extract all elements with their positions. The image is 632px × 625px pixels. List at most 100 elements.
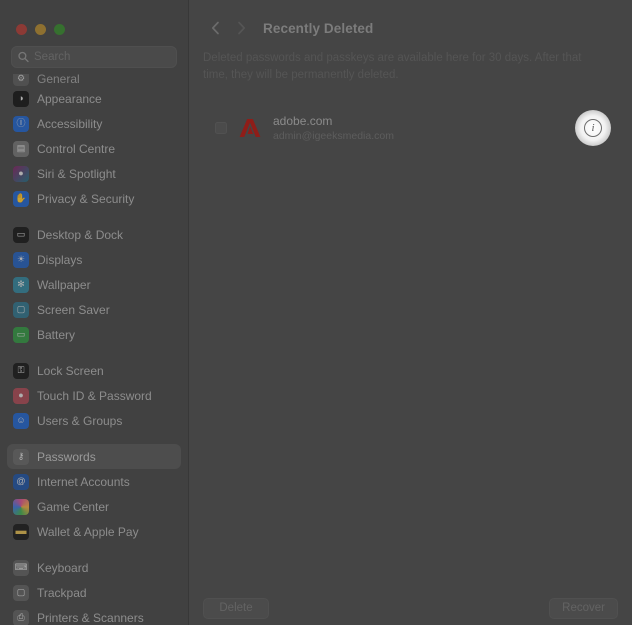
users-groups-icon: ☺: [13, 412, 29, 429]
icon-glyph: ⎙: [17, 612, 25, 622]
sidebar-item-label: Internet Accounts: [37, 474, 130, 489]
printer-icon: ⎙: [13, 609, 29, 625]
minimize-button[interactable]: [35, 23, 46, 35]
info-button[interactable]: i: [574, 109, 612, 147]
search-container: [0, 40, 188, 68]
delete-button[interactable]: Delete: [203, 597, 269, 619]
sidebar-item-wallet-apple-pay[interactable]: ▬ Wallet & Apple Pay: [7, 519, 181, 544]
control-centre-icon: ▤: [13, 140, 29, 157]
sidebar-item-touch-id-password[interactable]: ● Touch ID & Password: [7, 383, 181, 408]
sidebar-item-internet-accounts[interactable]: @ Internet Accounts: [7, 469, 181, 494]
icon-glyph: ▭: [16, 329, 26, 339]
search-input[interactable]: [34, 47, 176, 67]
sidebar-item-label: Passwords: [37, 449, 96, 464]
passwords-key-icon: ⚷: [13, 448, 29, 465]
list-item-site: adobe.com: [273, 114, 333, 129]
list-item-text: adobe.com admin@igeeksmedia.com: [273, 114, 394, 142]
lock-screen-icon: ⚿: [13, 362, 29, 379]
recover-button[interactable]: Recover: [549, 597, 618, 619]
icon-glyph: ⚿: [17, 365, 25, 375]
sidebar-item-label: Siri & Spotlight: [37, 166, 116, 181]
icon-glyph: ✋: [15, 193, 27, 203]
displays-icon: ☀: [13, 251, 29, 268]
search-box[interactable]: [11, 46, 177, 68]
sidebar-item-label: Accessibility: [37, 116, 103, 131]
icon-glyph: ✻: [17, 279, 25, 289]
wallet-icon: ▬: [13, 523, 29, 540]
sidebar-item-trackpad[interactable]: ▢ Trackpad: [7, 580, 181, 605]
sidebar-item-battery[interactable]: ▭ Battery: [7, 322, 181, 347]
sidebar-group-separator: [7, 433, 181, 444]
main-content: Recently Deleted Deleted passwords and p…: [189, 0, 632, 625]
sidebar-item-keyboard[interactable]: ⌨ Keyboard: [7, 555, 181, 580]
sidebar-item-control-centre[interactable]: ▤ Control Centre: [7, 136, 181, 161]
sidebar-item-label: Control Centre: [37, 141, 116, 156]
trackpad-icon: ▢: [13, 584, 29, 601]
icon-glyph: ◑: [18, 93, 24, 103]
appearance-icon: ◑: [13, 90, 29, 107]
forward-button[interactable]: [229, 17, 253, 39]
sidebar-item-appearance[interactable]: ◑ Appearance: [7, 86, 181, 111]
desktop-dock-icon: ▭: [13, 226, 29, 243]
keyboard-icon: ⌨: [13, 559, 29, 576]
icon-glyph: ▢: [16, 304, 26, 314]
accessibility-icon: Ⓘ: [13, 115, 29, 132]
traffic-lights: [0, 0, 188, 40]
sidebar-item-desktop-dock[interactable]: ▭ Desktop & Dock: [7, 222, 181, 247]
sidebar-item-label: Printers & Scanners: [37, 610, 144, 625]
icon-glyph: ⚷: [17, 451, 25, 461]
list-item[interactable]: adobe.com admin@igeeksmedia.com i: [203, 107, 618, 149]
siri-icon: ●: [13, 165, 29, 182]
sidebar-item-screen-saver[interactable]: ▢ Screen Saver: [7, 297, 181, 322]
icon-glyph: ▭: [16, 229, 26, 239]
sidebar-item-label: General: [37, 74, 80, 86]
sidebar-item-game-center[interactable]: Game Center: [7, 494, 181, 519]
sidebar-group-separator: [7, 347, 181, 358]
sidebar-item-label: Displays: [37, 252, 83, 267]
sidebar-item-label: Trackpad: [37, 585, 87, 600]
zoom-button[interactable]: [54, 23, 65, 35]
sidebar-item-siri-spotlight[interactable]: ● Siri & Spotlight: [7, 161, 181, 186]
sidebar-group-separator: [7, 211, 181, 222]
icon-glyph: ●: [18, 390, 24, 400]
sidebar-item-printers-scanners[interactable]: ⎙ Printers & Scanners: [7, 605, 181, 625]
deleted-passwords-list: adobe.com admin@igeeksmedia.com i: [189, 107, 632, 149]
sidebar: ⚙ General ◑ Appearance Ⓘ Accessibility ▤ Contro…: [0, 0, 189, 625]
main-header: Recently Deleted: [189, 0, 632, 42]
page-title: Recently Deleted: [263, 20, 374, 36]
sidebar-item-label: Appearance: [37, 91, 102, 106]
sidebar-item-passwords[interactable]: ⚷ Passwords: [7, 444, 181, 469]
sidebar-item-label: Battery: [37, 327, 76, 342]
close-button[interactable]: [16, 23, 27, 35]
sidebar-item-privacy-security[interactable]: ✋ Privacy & Security: [7, 186, 181, 211]
list-item-account: admin@igeeksmedia.com: [273, 129, 394, 142]
wallpaper-icon: ✻: [13, 276, 29, 293]
sidebar-item-displays[interactable]: ☀ Displays: [7, 247, 181, 272]
icon-glyph: ☺: [16, 415, 26, 425]
sidebar-item-wallpaper[interactable]: ✻ Wallpaper: [7, 272, 181, 297]
sidebar-item-accessibility[interactable]: Ⓘ Accessibility: [7, 111, 181, 136]
icon-glyph: Ⓘ: [16, 118, 26, 128]
sidebar-item-label: Keyboard: [37, 560, 89, 575]
internet-accounts-icon: @: [13, 473, 29, 490]
sidebar-item-lock-screen[interactable]: ⚿ Lock Screen: [7, 358, 181, 383]
row-checkbox[interactable]: [215, 122, 227, 135]
game-center-icon: [13, 498, 29, 515]
sidebar-nav-list: ⚙ General ◑ Appearance Ⓘ Accessibility ▤ Contro…: [0, 74, 188, 625]
sidebar-item-users-groups[interactable]: ☺ Users & Groups: [7, 408, 181, 433]
sidebar-item-label: Desktop & Dock: [37, 227, 124, 242]
back-button[interactable]: [203, 17, 227, 39]
sidebar-item-label: Wallet & Apple Pay: [37, 524, 139, 539]
touch-id-icon: ●: [13, 387, 29, 404]
sidebar-item-label: Users & Groups: [37, 413, 123, 428]
sidebar-group-separator: [7, 544, 181, 555]
gear-icon: ⚙: [13, 74, 29, 86]
sidebar-item-label: Touch ID & Password: [37, 388, 152, 403]
footer-actions: Delete Recover: [189, 591, 632, 625]
sidebar-item-general[interactable]: ⚙ General: [7, 74, 181, 86]
sidebar-scroll-area[interactable]: ⚙ General ◑ Appearance Ⓘ Accessibility ▤ Contro…: [0, 74, 188, 625]
icon-glyph: ●: [18, 168, 24, 178]
adobe-logo-icon: [237, 115, 263, 141]
icon-glyph: @: [16, 476, 26, 486]
battery-icon: ▭: [13, 326, 29, 343]
